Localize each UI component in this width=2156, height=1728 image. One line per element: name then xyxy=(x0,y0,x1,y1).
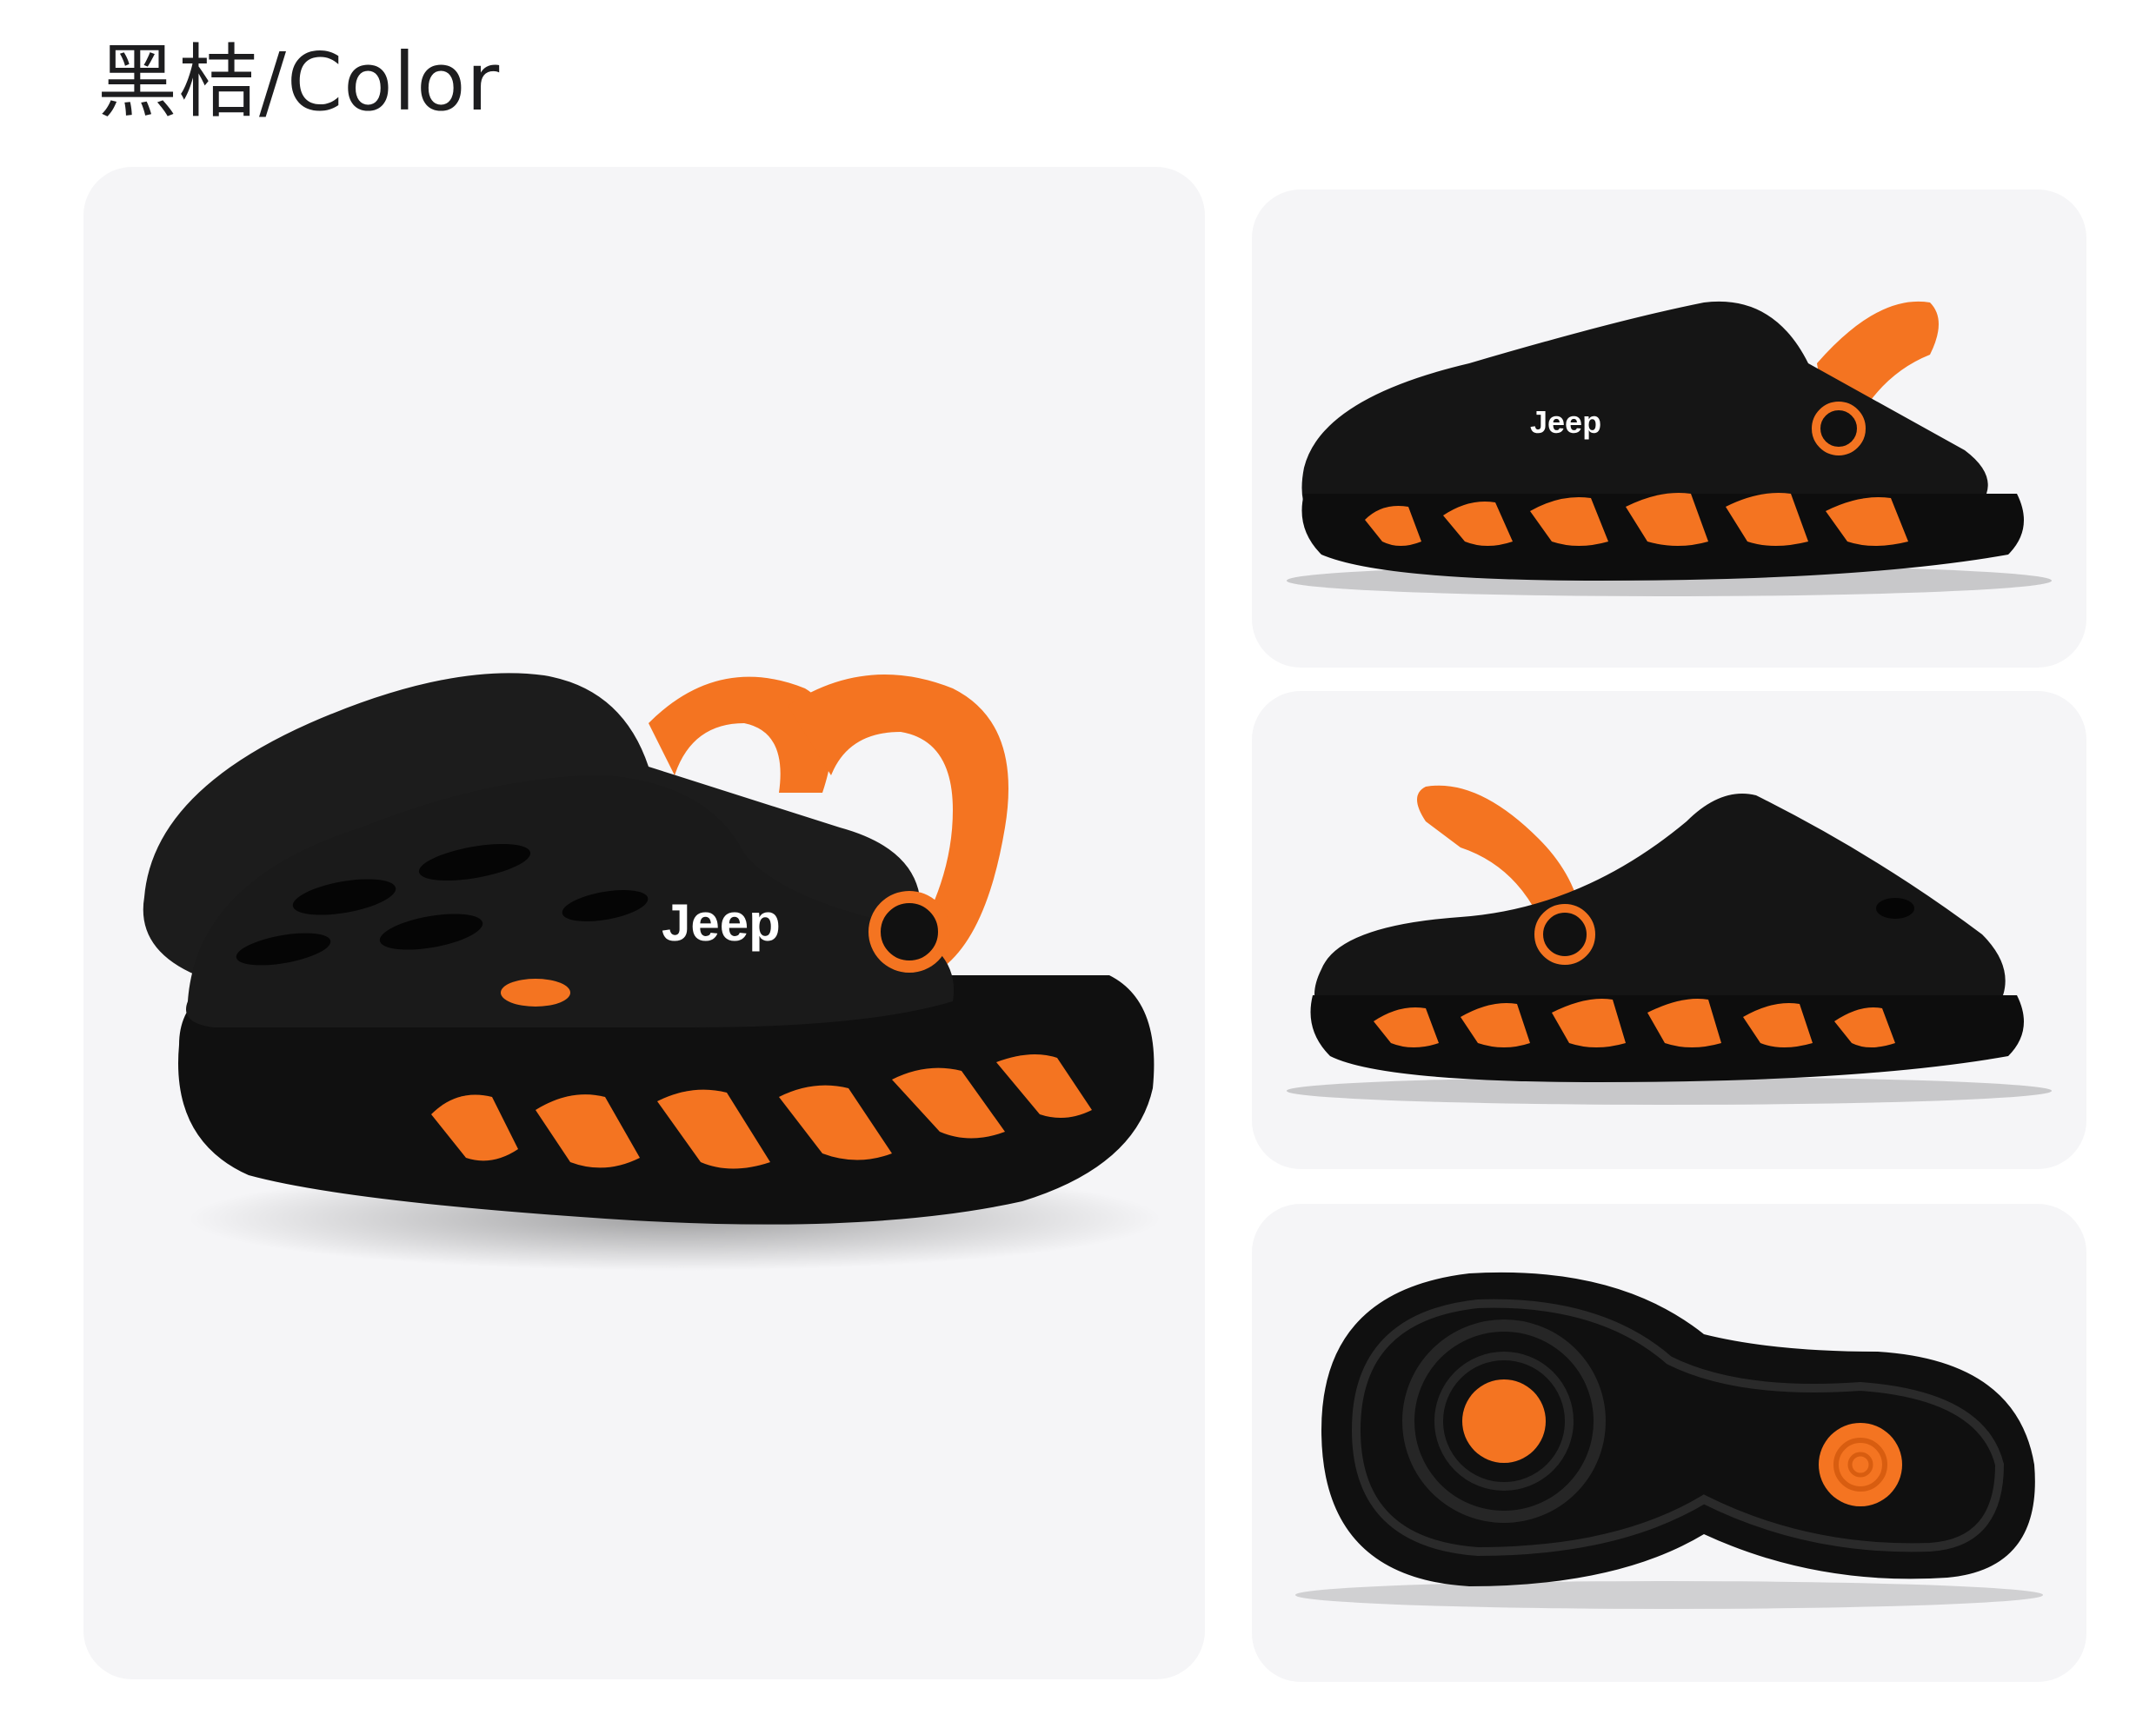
jeep-logo-text: Jeep xyxy=(662,894,781,952)
clog-side-left-illustration xyxy=(1287,785,2052,1105)
clog-pair-illustration: Jeep xyxy=(143,673,1161,1271)
side-view-right-image[interactable]: Jeep xyxy=(1252,189,2086,668)
side-view-left-image[interactable] xyxy=(1252,691,2086,1169)
jeep-logo-text-right: Jeep xyxy=(1530,404,1601,440)
clog-sole-illustration xyxy=(1295,1272,2043,1609)
clog-side-right-illustration: Jeep xyxy=(1287,301,2052,596)
main-product-image[interactable]: Jeep xyxy=(83,167,1205,1679)
page-title: 黑桔/Color xyxy=(97,36,501,129)
sole-view-image[interactable] xyxy=(1252,1204,2086,1682)
